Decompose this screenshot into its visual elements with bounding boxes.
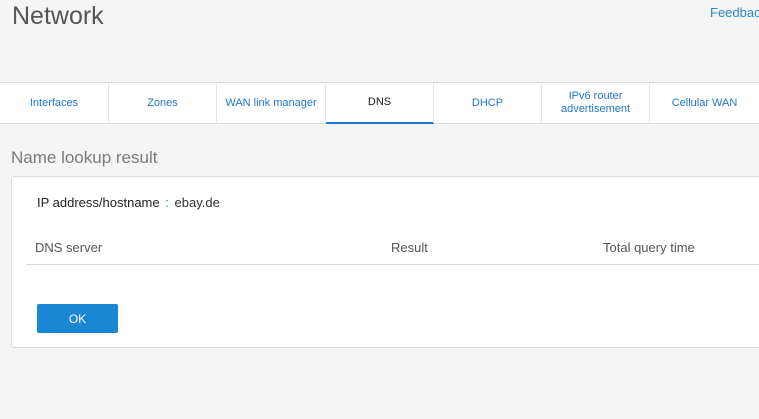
column-header-dns-server: DNS server	[35, 240, 103, 255]
tab-cellular-wan[interactable]: Cellular WAN	[650, 83, 759, 123]
table-header-divider	[26, 264, 759, 265]
tab-ipv6-router-advertisement[interactable]: IPv6 router advertisement	[542, 83, 650, 123]
page-title: Network	[12, 2, 104, 30]
column-header-total-query-time: Total query time	[603, 240, 695, 255]
tab-bar: Interfaces Zones WAN link manager DNS DH…	[0, 82, 759, 124]
ip-address-separator: :	[165, 195, 169, 210]
tab-wan-link-manager[interactable]: WAN link manager	[217, 83, 326, 123]
lookup-result-panel: IP address/hostname : ebay.de DNS server…	[11, 176, 759, 348]
section-title: Name lookup result	[11, 148, 158, 167]
ip-address-label: IP address/hostname	[37, 195, 160, 210]
tab-interfaces[interactable]: Interfaces	[0, 83, 109, 123]
tab-dhcp[interactable]: DHCP	[434, 83, 542, 123]
ok-button[interactable]: OK	[37, 304, 118, 333]
ip-address-line: IP address/hostname : ebay.de	[37, 195, 220, 210]
ip-address-value: ebay.de	[174, 195, 220, 210]
tab-dns[interactable]: DNS	[326, 83, 434, 124]
column-header-result: Result	[391, 240, 428, 255]
tab-zones[interactable]: Zones	[109, 83, 217, 123]
feedback-link[interactable]: Feedback	[710, 5, 759, 20]
